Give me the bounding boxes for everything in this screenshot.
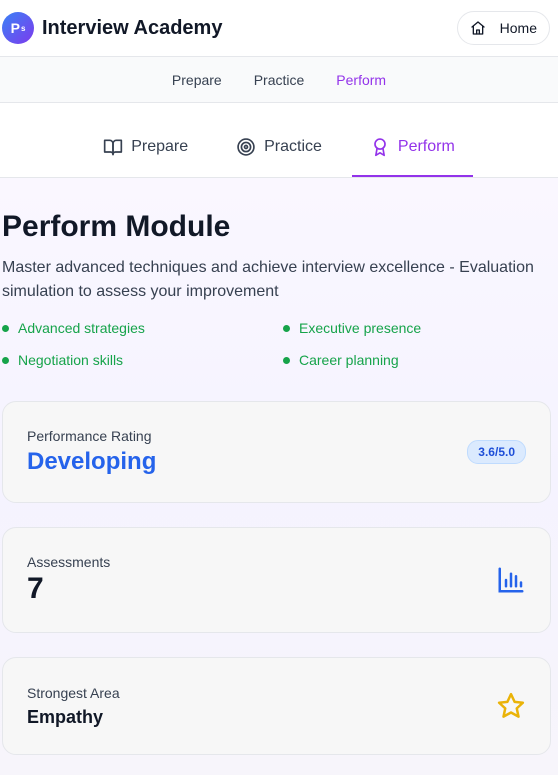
app-header: Ps Interview Academy Home xyxy=(0,0,558,57)
page-title: Perform Module xyxy=(2,210,231,243)
card-label: Performance Rating xyxy=(27,428,152,444)
brand[interactable]: Ps Interview Academy xyxy=(2,12,222,44)
assessments-card: Assessments 7 xyxy=(2,527,551,633)
bullet-dot-icon xyxy=(283,324,290,332)
feature-item: Executive presence xyxy=(283,320,551,336)
strongest-area-value: Empathy xyxy=(27,706,104,727)
bar-chart-icon xyxy=(498,567,524,593)
tab-practice[interactable]: Practice xyxy=(218,119,340,177)
subnav-item-perform[interactable]: Perform xyxy=(336,72,386,88)
bullet-dot-icon xyxy=(2,356,9,364)
app-logo: Ps xyxy=(2,12,34,44)
card-label: Strongest Area xyxy=(27,684,120,701)
tab-perform-label: Perform xyxy=(397,138,455,155)
feature-label: Career planning xyxy=(299,352,399,368)
award-icon xyxy=(374,138,386,157)
sub-navigation: Prepare Practice Perform xyxy=(0,57,558,103)
module-tabs: Prepare Practice Perform xyxy=(0,103,558,178)
tab-perform[interactable]: Perform xyxy=(351,119,473,177)
target-icon xyxy=(237,138,255,156)
bullet-dot-icon xyxy=(283,356,290,364)
tab-prepare[interactable]: Prepare xyxy=(85,119,206,177)
feature-list: Advanced strategies Executive presence N… xyxy=(2,320,551,368)
feature-label: Negotiation skills xyxy=(18,352,124,368)
feature-label: Executive presence xyxy=(299,320,422,336)
score-badge: 3.6/5.0 xyxy=(467,440,526,464)
home-button[interactable]: Home xyxy=(456,11,550,45)
subnav-item-practice[interactable]: Practice xyxy=(254,72,305,88)
tab-practice-label: Practice xyxy=(264,138,322,155)
feature-item: Career planning xyxy=(283,352,551,368)
assessments-count: 7 xyxy=(27,572,44,605)
bullet-dot-icon xyxy=(2,324,9,332)
page-description: Master advanced techniques and achieve i… xyxy=(2,259,534,300)
tab-prepare-label: Prepare xyxy=(131,138,189,155)
subnav-item-prepare[interactable]: Prepare xyxy=(172,72,222,88)
app-title: Interview Academy xyxy=(42,16,223,39)
home-icon xyxy=(470,21,485,35)
book-open-icon xyxy=(104,139,123,156)
card-label: Assessments xyxy=(27,554,111,570)
home-button-label: Home xyxy=(499,20,537,36)
star-icon xyxy=(497,692,525,718)
rating-value: Developing xyxy=(27,448,157,475)
performance-rating-card: Performance Rating Developing 3.6/5.0 xyxy=(2,401,551,503)
feature-label: Advanced strategies xyxy=(18,320,145,336)
strongest-area-card: Strongest Area Empathy xyxy=(2,657,551,755)
feature-item: Advanced strategies xyxy=(2,320,283,336)
main-content: Perform Module Master advanced technique… xyxy=(0,178,558,775)
feature-item: Negotiation skills xyxy=(2,352,283,368)
